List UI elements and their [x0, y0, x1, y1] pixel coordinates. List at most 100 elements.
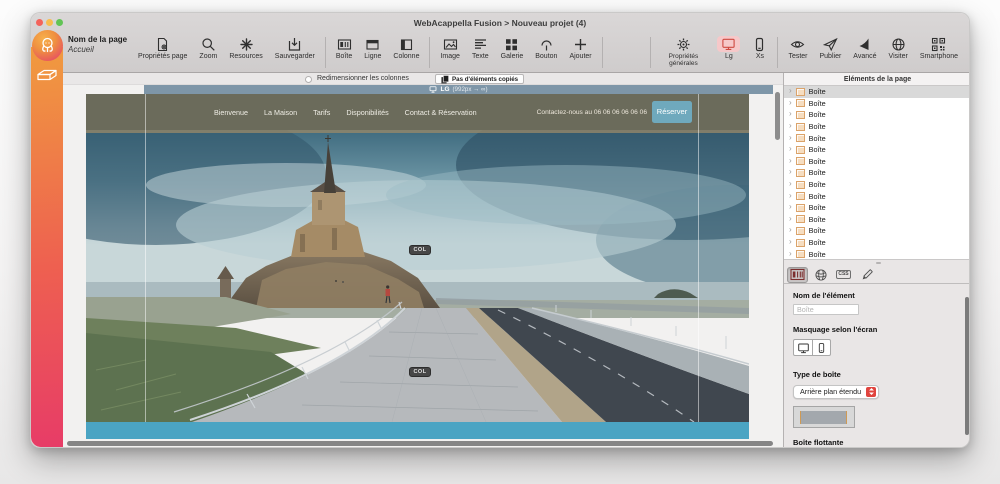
vertical-scrollbar[interactable] — [775, 92, 780, 140]
site-nav-link[interactable]: La Maison — [264, 108, 297, 117]
toolbar-button-label: Ajouter — [569, 53, 591, 60]
splitter-handle[interactable] — [876, 262, 881, 264]
eye-icon — [790, 36, 805, 52]
image-tool-button[interactable]: Image — [434, 36, 465, 60]
row-tool-button[interactable]: Ligne — [358, 36, 387, 60]
chevron-right-icon[interactable]: › — [789, 180, 792, 188]
smartphone-qr-button[interactable]: Smartphone — [914, 36, 964, 60]
element-list-item[interactable]: › Boîte — [784, 121, 970, 133]
horizontal-scrollbar[interactable] — [67, 441, 773, 446]
chevron-right-icon[interactable]: › — [789, 87, 792, 95]
toolbar-button-label: Resources — [229, 53, 262, 60]
visit-button[interactable]: Visiter — [883, 36, 914, 60]
chevron-right-icon[interactable]: › — [789, 122, 792, 130]
box-icon — [796, 239, 805, 247]
toolbar-button-label: Lg — [725, 53, 733, 60]
site-nav-link[interactable]: Contact & Réservation — [405, 108, 477, 117]
page-properties-button[interactable]: Propriétés page — [132, 36, 193, 60]
element-list-item[interactable]: › Boîte — [784, 109, 970, 121]
element-list-item[interactable]: › Boîte — [784, 98, 970, 110]
chevron-right-icon[interactable]: › — [789, 145, 792, 153]
column-badge[interactable]: COL — [409, 245, 431, 255]
chevron-right-icon[interactable]: › — [789, 99, 792, 107]
breakpoint-lg-button[interactable]: Lg — [711, 36, 746, 60]
mask-mobile-button[interactable] — [812, 340, 830, 355]
gallery-tool-button[interactable]: Galerie — [495, 36, 530, 60]
element-list-item[interactable]: › Boîte — [784, 156, 970, 168]
chevron-right-icon[interactable]: › — [789, 238, 792, 246]
mask-desktop-button[interactable] — [794, 340, 812, 355]
element-list-item[interactable]: › Boîte — [784, 214, 970, 226]
element-list-item-label: Boîte — [809, 192, 826, 201]
chevron-right-icon[interactable]: › — [789, 157, 792, 165]
resize-columns-toggle[interactable] — [305, 76, 312, 83]
element-list-item[interactable]: › Boîte — [784, 190, 970, 202]
element-list-item-label: Boîte — [809, 110, 826, 119]
publish-button[interactable]: Publier — [814, 36, 848, 60]
chevron-right-icon[interactable]: › — [789, 168, 792, 176]
site-nav-link[interactable]: Bienvenue — [214, 108, 248, 117]
element-list-item[interactable]: › Boîte — [784, 248, 970, 260]
breakpoint-bar[interactable]: LG (992px → ∞) — [144, 85, 773, 94]
advanced-button[interactable]: Avancé — [847, 36, 882, 60]
site-navbar[interactable]: Bienvenue La Maison Tarifs Disponibilités Co… — [86, 94, 749, 130]
chevron-right-icon[interactable]: › — [789, 250, 792, 258]
breakpoint-xs-button[interactable]: Xs — [746, 36, 773, 60]
chevron-right-icon[interactable]: › — [789, 134, 792, 142]
gear-icon — [676, 36, 691, 52]
column-tool-button[interactable]: Colonne — [387, 36, 425, 60]
editor-canvas: Redimensionner les colonnes Pas d'élémen… — [63, 73, 783, 447]
button-tool-button[interactable]: Bouton — [529, 36, 563, 60]
inspector-scrollbar[interactable] — [965, 297, 969, 435]
element-list-item[interactable]: › Boîte — [784, 237, 970, 249]
toolbar-button-label: Avancé — [853, 53, 876, 60]
tab-css[interactable]: CSS — [833, 267, 854, 283]
reserve-button[interactable]: Réserver — [652, 101, 692, 123]
save-button[interactable]: Sauvegarder — [269, 36, 321, 60]
element-list-item-label: Boîte — [809, 238, 826, 247]
site-nav-link[interactable]: Tarifs — [313, 108, 330, 117]
pages-drawer-icon[interactable] — [36, 67, 58, 83]
toolbar-button-label: Smartphone — [920, 53, 958, 60]
resources-button[interactable]: Resources — [223, 36, 268, 60]
panel-splitter[interactable] — [784, 260, 970, 266]
toolbar-right-group: Propriétés générales Lg Xs Tester — [646, 36, 964, 68]
text-tool-button[interactable]: Texte — [466, 36, 495, 60]
tab-theme[interactable] — [810, 267, 831, 283]
element-name-input[interactable] — [793, 304, 859, 315]
clipboard-status-button[interactable]: Pas d'éléments copiés — [435, 74, 524, 84]
element-list-item[interactable]: › Boîte — [784, 179, 970, 191]
box-tool-button[interactable]: Boîte — [330, 36, 358, 60]
tab-element[interactable] — [787, 267, 808, 283]
chevron-right-icon[interactable]: › — [789, 203, 792, 211]
site-preview[interactable]: Bienvenue La Maison Tarifs Disponibilités Co… — [86, 94, 749, 439]
chevron-right-icon[interactable]: › — [789, 215, 792, 223]
box-icon — [796, 157, 805, 165]
box-type-preview — [793, 406, 855, 428]
hero-image[interactable] — [86, 130, 749, 422]
general-properties-button[interactable]: Propriétés générales — [655, 36, 711, 68]
add-element-button[interactable]: Ajouter — [563, 36, 597, 60]
chevron-right-icon[interactable]: › — [789, 110, 792, 118]
tab-edit[interactable] — [856, 267, 877, 283]
css-icon: CSS — [836, 270, 851, 279]
element-list-item[interactable]: › Boîte — [784, 225, 970, 237]
box-icon — [796, 169, 805, 177]
zoom-button[interactable]: Zoom — [193, 36, 223, 60]
elements-list: › Boîte › Boîte › Boîte › — [784, 86, 970, 260]
box-icon — [796, 134, 805, 142]
element-list-item[interactable]: › Boîte — [784, 144, 970, 156]
element-list-item[interactable]: › Boîte — [784, 86, 970, 98]
column-badge[interactable]: COL — [409, 367, 431, 377]
toolbar-button-label: Visiter — [889, 53, 908, 60]
element-list-item[interactable]: › Boîte — [784, 132, 970, 144]
element-list-item[interactable]: › Boîte — [784, 202, 970, 214]
site-nav-link[interactable]: Disponibilités — [346, 108, 388, 117]
box-type-select[interactable]: Arrière plan étendu — [793, 385, 879, 399]
chevron-right-icon[interactable]: › — [789, 192, 792, 200]
test-button[interactable]: Tester — [782, 36, 813, 60]
site-footer-strip[interactable] — [86, 422, 749, 439]
element-list-item-label: Boîte — [809, 122, 826, 131]
element-list-item[interactable]: › Boîte — [784, 167, 970, 179]
chevron-right-icon[interactable]: › — [789, 226, 792, 234]
